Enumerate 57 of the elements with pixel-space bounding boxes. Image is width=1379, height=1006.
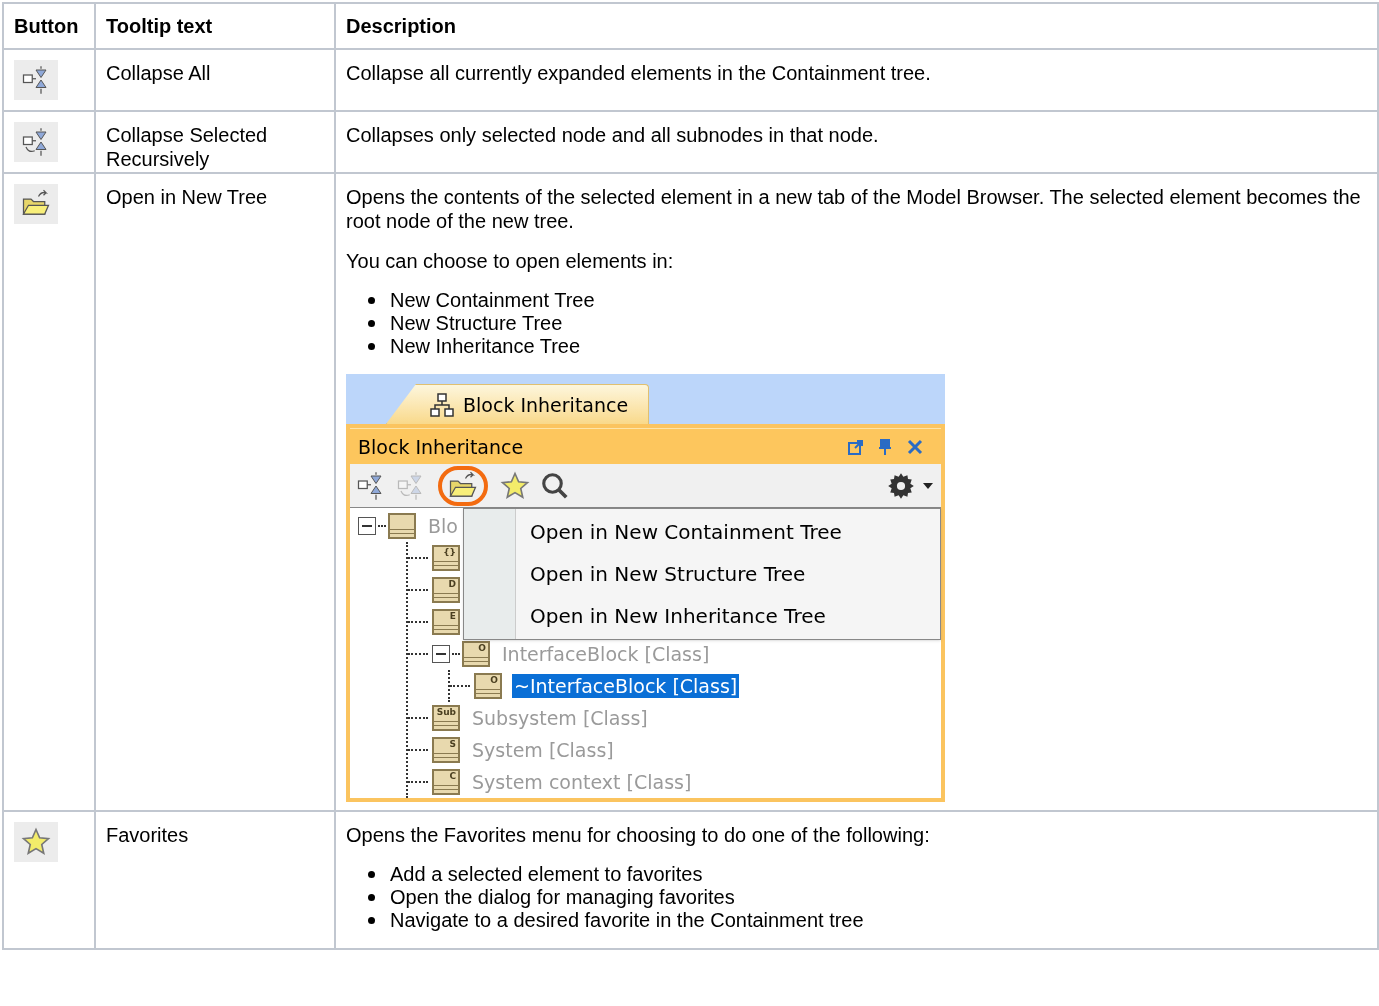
column-header: Description [335, 3, 1378, 49]
description-text: You can choose to open elements in: [346, 249, 675, 273]
icon-letter: E [449, 611, 456, 622]
list-item-text: New Inheritance Tree [390, 335, 581, 358]
tree-item[interactable]: System context [Class] [470, 770, 694, 794]
icon-letter: Sub [436, 707, 456, 718]
column-header: Tooltip text [95, 3, 335, 49]
toolbar-button[interactable] [438, 465, 488, 506]
menu-item[interactable]: Open in New Structure Tree [516, 553, 940, 595]
bullet-icon [368, 320, 375, 327]
search-icon [540, 470, 570, 501]
tree-item[interactable]: System [Class] [470, 738, 616, 762]
bullet-icon [368, 297, 375, 304]
list-item-text: Add a selected element to favorites [390, 863, 703, 886]
gear-icon [887, 471, 915, 500]
tab-label: Block Inheritance [463, 392, 629, 417]
menu-item[interactable]: Open in New Containment Tree [516, 511, 940, 553]
undock-icon[interactable] [847, 437, 865, 456]
icon-letter: O [490, 675, 498, 686]
tooltip-text: Favorites [106, 824, 189, 846]
class-icon [388, 513, 416, 539]
list-item-text: Open the dialog for managing favorites [390, 886, 735, 909]
tree-item[interactable]: Subsystem [Class] [470, 706, 650, 730]
bullet-icon [368, 894, 375, 901]
caret-icon [923, 482, 933, 489]
collapse-toggle[interactable] [358, 517, 376, 535]
panel-title: Block Inheritance [358, 434, 525, 459]
icon-letter: {} [443, 547, 456, 558]
tooltip-text: Collapse All [106, 62, 211, 84]
icon-letter: O [478, 643, 486, 654]
tooltip-text: Collapse Selected Recursively [106, 124, 268, 170]
bullet-icon [368, 871, 375, 878]
collapse-toggle[interactable] [432, 645, 450, 663]
tree-item[interactable]: Blo [426, 514, 460, 538]
menu-item[interactable]: Open in New Inheritance Tree [516, 595, 940, 637]
close-icon[interactable] [907, 438, 923, 455]
description-text: Opens the contents of the selected element in a new tab of the Model Browser. The selected element becomes the root node of the new tree. [346, 185, 1362, 233]
bullet-icon [368, 917, 375, 924]
star-icon [21, 827, 51, 857]
star-icon [500, 470, 530, 501]
tree-item[interactable]: InterfaceBlock [Class] [500, 642, 712, 666]
hierarchy-icon [429, 391, 455, 418]
panel-tab[interactable]: Block Inheritance [386, 384, 650, 424]
list-item-text: New Containment Tree [390, 289, 595, 312]
list-item-text: Navigate to a desired favorite in the Containment tree [390, 909, 864, 932]
description-text: Collapse all currently expanded elements in the Containment tree. [346, 61, 932, 85]
bullet-icon [368, 343, 375, 350]
icon-letter: D [448, 579, 456, 590]
description-text: Opens the Favorites menu for choosing to do one of the following: [346, 823, 931, 847]
column-header: Button [3, 3, 95, 49]
description-text: Collapses only selected node and all subnodes in that node. [346, 123, 880, 147]
tree-item[interactable]: ~InterfaceBlock [Class] [512, 674, 740, 698]
pin-icon[interactable] [877, 437, 893, 456]
list-item-text: New Structure Tree [390, 312, 563, 335]
icon-letter: C [449, 771, 456, 782]
icon-letter: S [449, 739, 456, 750]
tooltip-text: Open in New Tree [106, 186, 268, 208]
